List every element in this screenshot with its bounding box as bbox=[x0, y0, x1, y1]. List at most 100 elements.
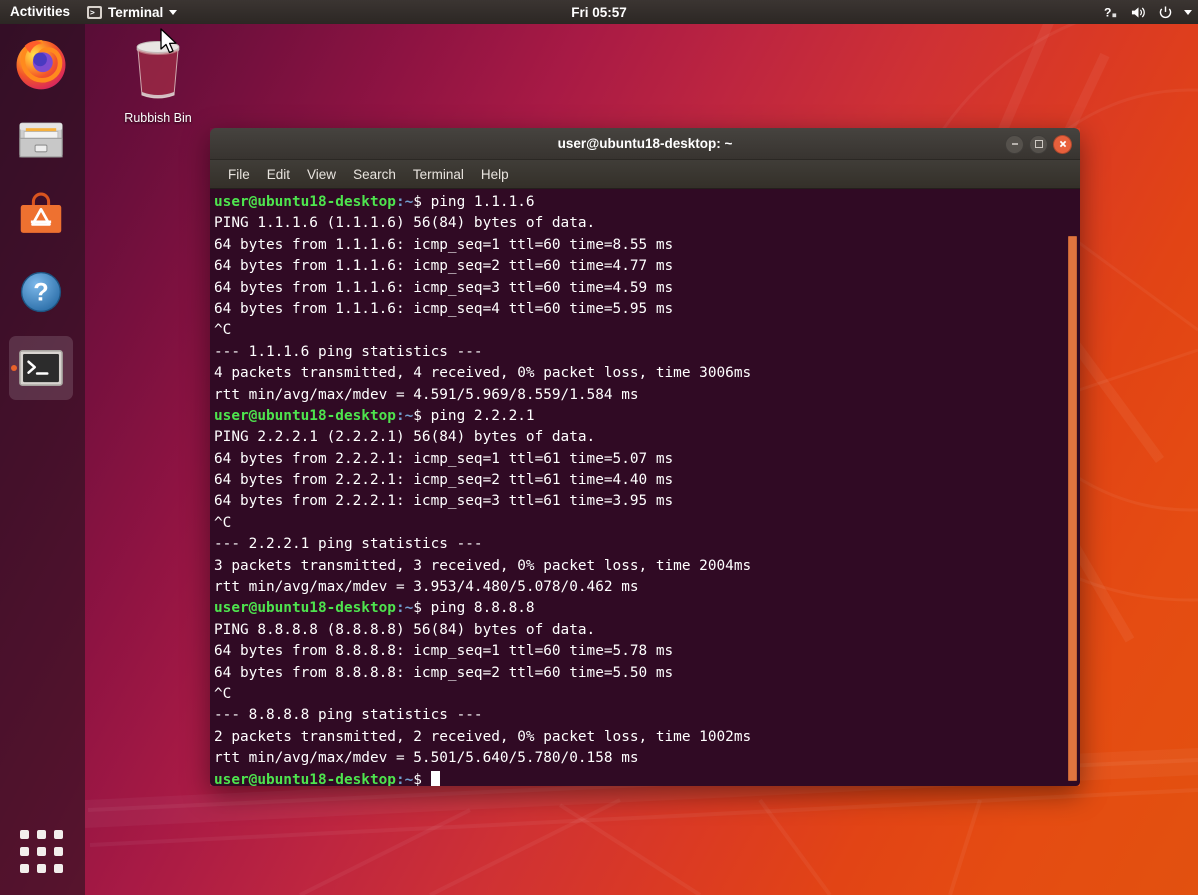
menu-item-help[interactable]: Help bbox=[481, 167, 509, 182]
terminal-window: user@ubuntu18-desktop: ~ File Edit View … bbox=[210, 128, 1080, 786]
terminal-output-line: 64 bytes from 1.1.1.6: icmp_seq=2 ttl=60… bbox=[214, 256, 1080, 277]
app-grid-dot bbox=[37, 864, 46, 873]
dock-item-ubuntu-software[interactable] bbox=[9, 184, 73, 248]
activities-button[interactable]: Activities bbox=[0, 0, 79, 24]
terminal-output-line: rtt min/avg/max/mdev = 5.501/5.640/5.780… bbox=[214, 748, 1080, 769]
prompt-command: $ ping 8.8.8.8 bbox=[413, 600, 534, 616]
close-icon bbox=[1058, 139, 1068, 149]
prompt-user-host: user@ubuntu18-desktop bbox=[214, 772, 396, 786]
terminal-prompt-line: user@ubuntu18-desktop:~$ ping 8.8.8.8 bbox=[214, 598, 1080, 619]
terminal-output-line: 64 bytes from 1.1.1.6: icmp_seq=3 ttl=60… bbox=[214, 278, 1080, 299]
ubuntu-software-icon bbox=[14, 189, 68, 243]
window-titlebar[interactable]: user@ubuntu18-desktop: ~ bbox=[210, 128, 1080, 160]
dock-item-terminal[interactable] bbox=[9, 336, 73, 400]
terminal-prompt-line: user@ubuntu18-desktop:~$ ping 2.2.2.1 bbox=[214, 406, 1080, 427]
terminal-output-line: --- 2.2.2.1 ping statistics --- bbox=[214, 534, 1080, 555]
prompt-user-host: user@ubuntu18-desktop bbox=[214, 600, 396, 616]
terminal-prompt-line: user@ubuntu18-desktop:~$ bbox=[214, 770, 1080, 786]
show-applications-button[interactable] bbox=[9, 819, 73, 883]
app-grid-dot bbox=[37, 847, 46, 856]
terminal-output-line: --- 1.1.1.6 ping statistics --- bbox=[214, 342, 1080, 363]
help-icon: ? bbox=[14, 265, 68, 319]
prompt-user-host: user@ubuntu18-desktop bbox=[214, 408, 396, 424]
terminal-scrollbar[interactable] bbox=[1068, 236, 1077, 781]
prompt-command: $ ping 1.1.1.6 bbox=[413, 194, 534, 210]
terminal-output-line: rtt min/avg/max/mdev = 4.591/5.969/8.559… bbox=[214, 385, 1080, 406]
minimize-icon bbox=[1010, 139, 1020, 149]
power-icon[interactable] bbox=[1158, 5, 1173, 20]
menu-item-edit[interactable]: Edit bbox=[267, 167, 290, 182]
maximize-button[interactable] bbox=[1029, 135, 1048, 154]
app-grid-dot bbox=[54, 830, 63, 839]
top-system-bar: Activities Terminal Fri 05:57 ? bbox=[0, 0, 1198, 24]
firefox-icon bbox=[12, 35, 70, 93]
terminal-icon bbox=[16, 343, 66, 393]
terminal-output-line: 64 bytes from 1.1.1.6: icmp_seq=1 ttl=60… bbox=[214, 235, 1080, 256]
terminal-output-line: 64 bytes from 2.2.2.1: icmp_seq=2 ttl=61… bbox=[214, 470, 1080, 491]
app-grid-dot bbox=[20, 847, 29, 856]
menu-item-search[interactable]: Search bbox=[353, 167, 396, 182]
menu-item-terminal[interactable]: Terminal bbox=[413, 167, 464, 182]
app-menu-label: Terminal bbox=[108, 5, 163, 20]
status-indicators: ? bbox=[1104, 0, 1192, 24]
window-controls bbox=[1005, 128, 1072, 160]
terminal-output-line: ^C bbox=[214, 513, 1080, 534]
terminal-output-line: 64 bytes from 2.2.2.1: icmp_seq=3 ttl=61… bbox=[214, 491, 1080, 512]
dock-item-help[interactable]: ? bbox=[9, 260, 73, 324]
prompt-command: $ ping 2.2.2.1 bbox=[413, 408, 534, 424]
desktop-icon-label: Rubbish Bin bbox=[110, 111, 206, 125]
terminal-output-line: ^C bbox=[214, 320, 1080, 341]
menu-bar: File Edit View Search Terminal Help bbox=[210, 160, 1080, 189]
chevron-down-icon bbox=[169, 10, 177, 15]
terminal-output-line: PING 2.2.2.1 (2.2.2.1) 56(84) bytes of d… bbox=[214, 427, 1080, 448]
desktop: Activities Terminal Fri 05:57 ? bbox=[0, 0, 1198, 895]
app-menu-button[interactable]: Terminal bbox=[79, 5, 185, 20]
terminal-output-line: 2 packets transmitted, 2 received, 0% pa… bbox=[214, 727, 1080, 748]
prompt-command: $ bbox=[413, 772, 430, 786]
prompt-path: :~ bbox=[396, 408, 413, 424]
app-grid-dot bbox=[54, 847, 63, 856]
maximize-icon bbox=[1035, 140, 1043, 148]
keyboard-help-icon[interactable]: ? bbox=[1104, 5, 1119, 20]
terminal-output-line: PING 1.1.1.6 (1.1.1.6) 56(84) bytes of d… bbox=[214, 213, 1080, 234]
terminal-output-line: ^C bbox=[214, 684, 1080, 705]
terminal-output-line: 4 packets transmitted, 4 received, 0% pa… bbox=[214, 363, 1080, 384]
svg-text:?: ? bbox=[1104, 5, 1111, 19]
minimize-button[interactable] bbox=[1005, 135, 1024, 154]
terminal-output-line: 64 bytes from 8.8.8.8: icmp_seq=1 ttl=60… bbox=[214, 641, 1080, 662]
dock-item-firefox[interactable] bbox=[9, 32, 73, 96]
window-title: user@ubuntu18-desktop: ~ bbox=[558, 136, 733, 151]
terminal-output-line: 64 bytes from 1.1.1.6: icmp_seq=4 ttl=60… bbox=[214, 299, 1080, 320]
menu-item-view[interactable]: View bbox=[307, 167, 336, 182]
terminal-cursor bbox=[431, 771, 440, 786]
prompt-path: :~ bbox=[396, 772, 413, 786]
app-grid-dot bbox=[20, 830, 29, 839]
terminal-output-line: 3 packets transmitted, 3 received, 0% pa… bbox=[214, 556, 1080, 577]
volume-icon[interactable] bbox=[1130, 5, 1147, 20]
svg-text:?: ? bbox=[33, 278, 48, 306]
dock: ? bbox=[0, 24, 85, 895]
prompt-user-host: user@ubuntu18-desktop bbox=[214, 194, 396, 210]
terminal-text: user@ubuntu18-desktop:~$ ping 1.1.1.6PIN… bbox=[212, 192, 1080, 786]
terminal-output-line: 64 bytes from 8.8.8.8: icmp_seq=2 ttl=60… bbox=[214, 663, 1080, 684]
running-indicator-dot bbox=[11, 365, 17, 371]
terminal-output-line: rtt min/avg/max/mdev = 3.953/4.480/5.078… bbox=[214, 577, 1080, 598]
terminal-icon bbox=[87, 6, 102, 19]
app-grid-dot bbox=[54, 864, 63, 873]
menu-item-file[interactable]: File bbox=[228, 167, 250, 182]
terminal-output-line: PING 8.8.8.8 (8.8.8.8) 56(84) bytes of d… bbox=[214, 620, 1080, 641]
terminal-output-line: --- 8.8.8.8 ping statistics --- bbox=[214, 705, 1080, 726]
rubbish-bin-icon bbox=[129, 32, 187, 104]
dock-item-files[interactable] bbox=[9, 108, 73, 172]
desktop-icon-rubbish-bin[interactable]: Rubbish Bin bbox=[110, 32, 206, 125]
prompt-path: :~ bbox=[396, 600, 413, 616]
files-icon bbox=[14, 113, 68, 167]
terminal-prompt-line: user@ubuntu18-desktop:~$ ping 1.1.1.6 bbox=[214, 192, 1080, 213]
terminal-output-line: 64 bytes from 2.2.2.1: icmp_seq=1 ttl=61… bbox=[214, 449, 1080, 470]
close-button[interactable] bbox=[1053, 135, 1072, 154]
app-grid-dot bbox=[37, 830, 46, 839]
system-menu-chevron-icon[interactable] bbox=[1184, 10, 1192, 15]
app-grid-dot bbox=[20, 864, 29, 873]
terminal-output-area[interactable]: user@ubuntu18-desktop:~$ ping 1.1.1.6PIN… bbox=[210, 189, 1080, 786]
prompt-path: :~ bbox=[396, 194, 413, 210]
